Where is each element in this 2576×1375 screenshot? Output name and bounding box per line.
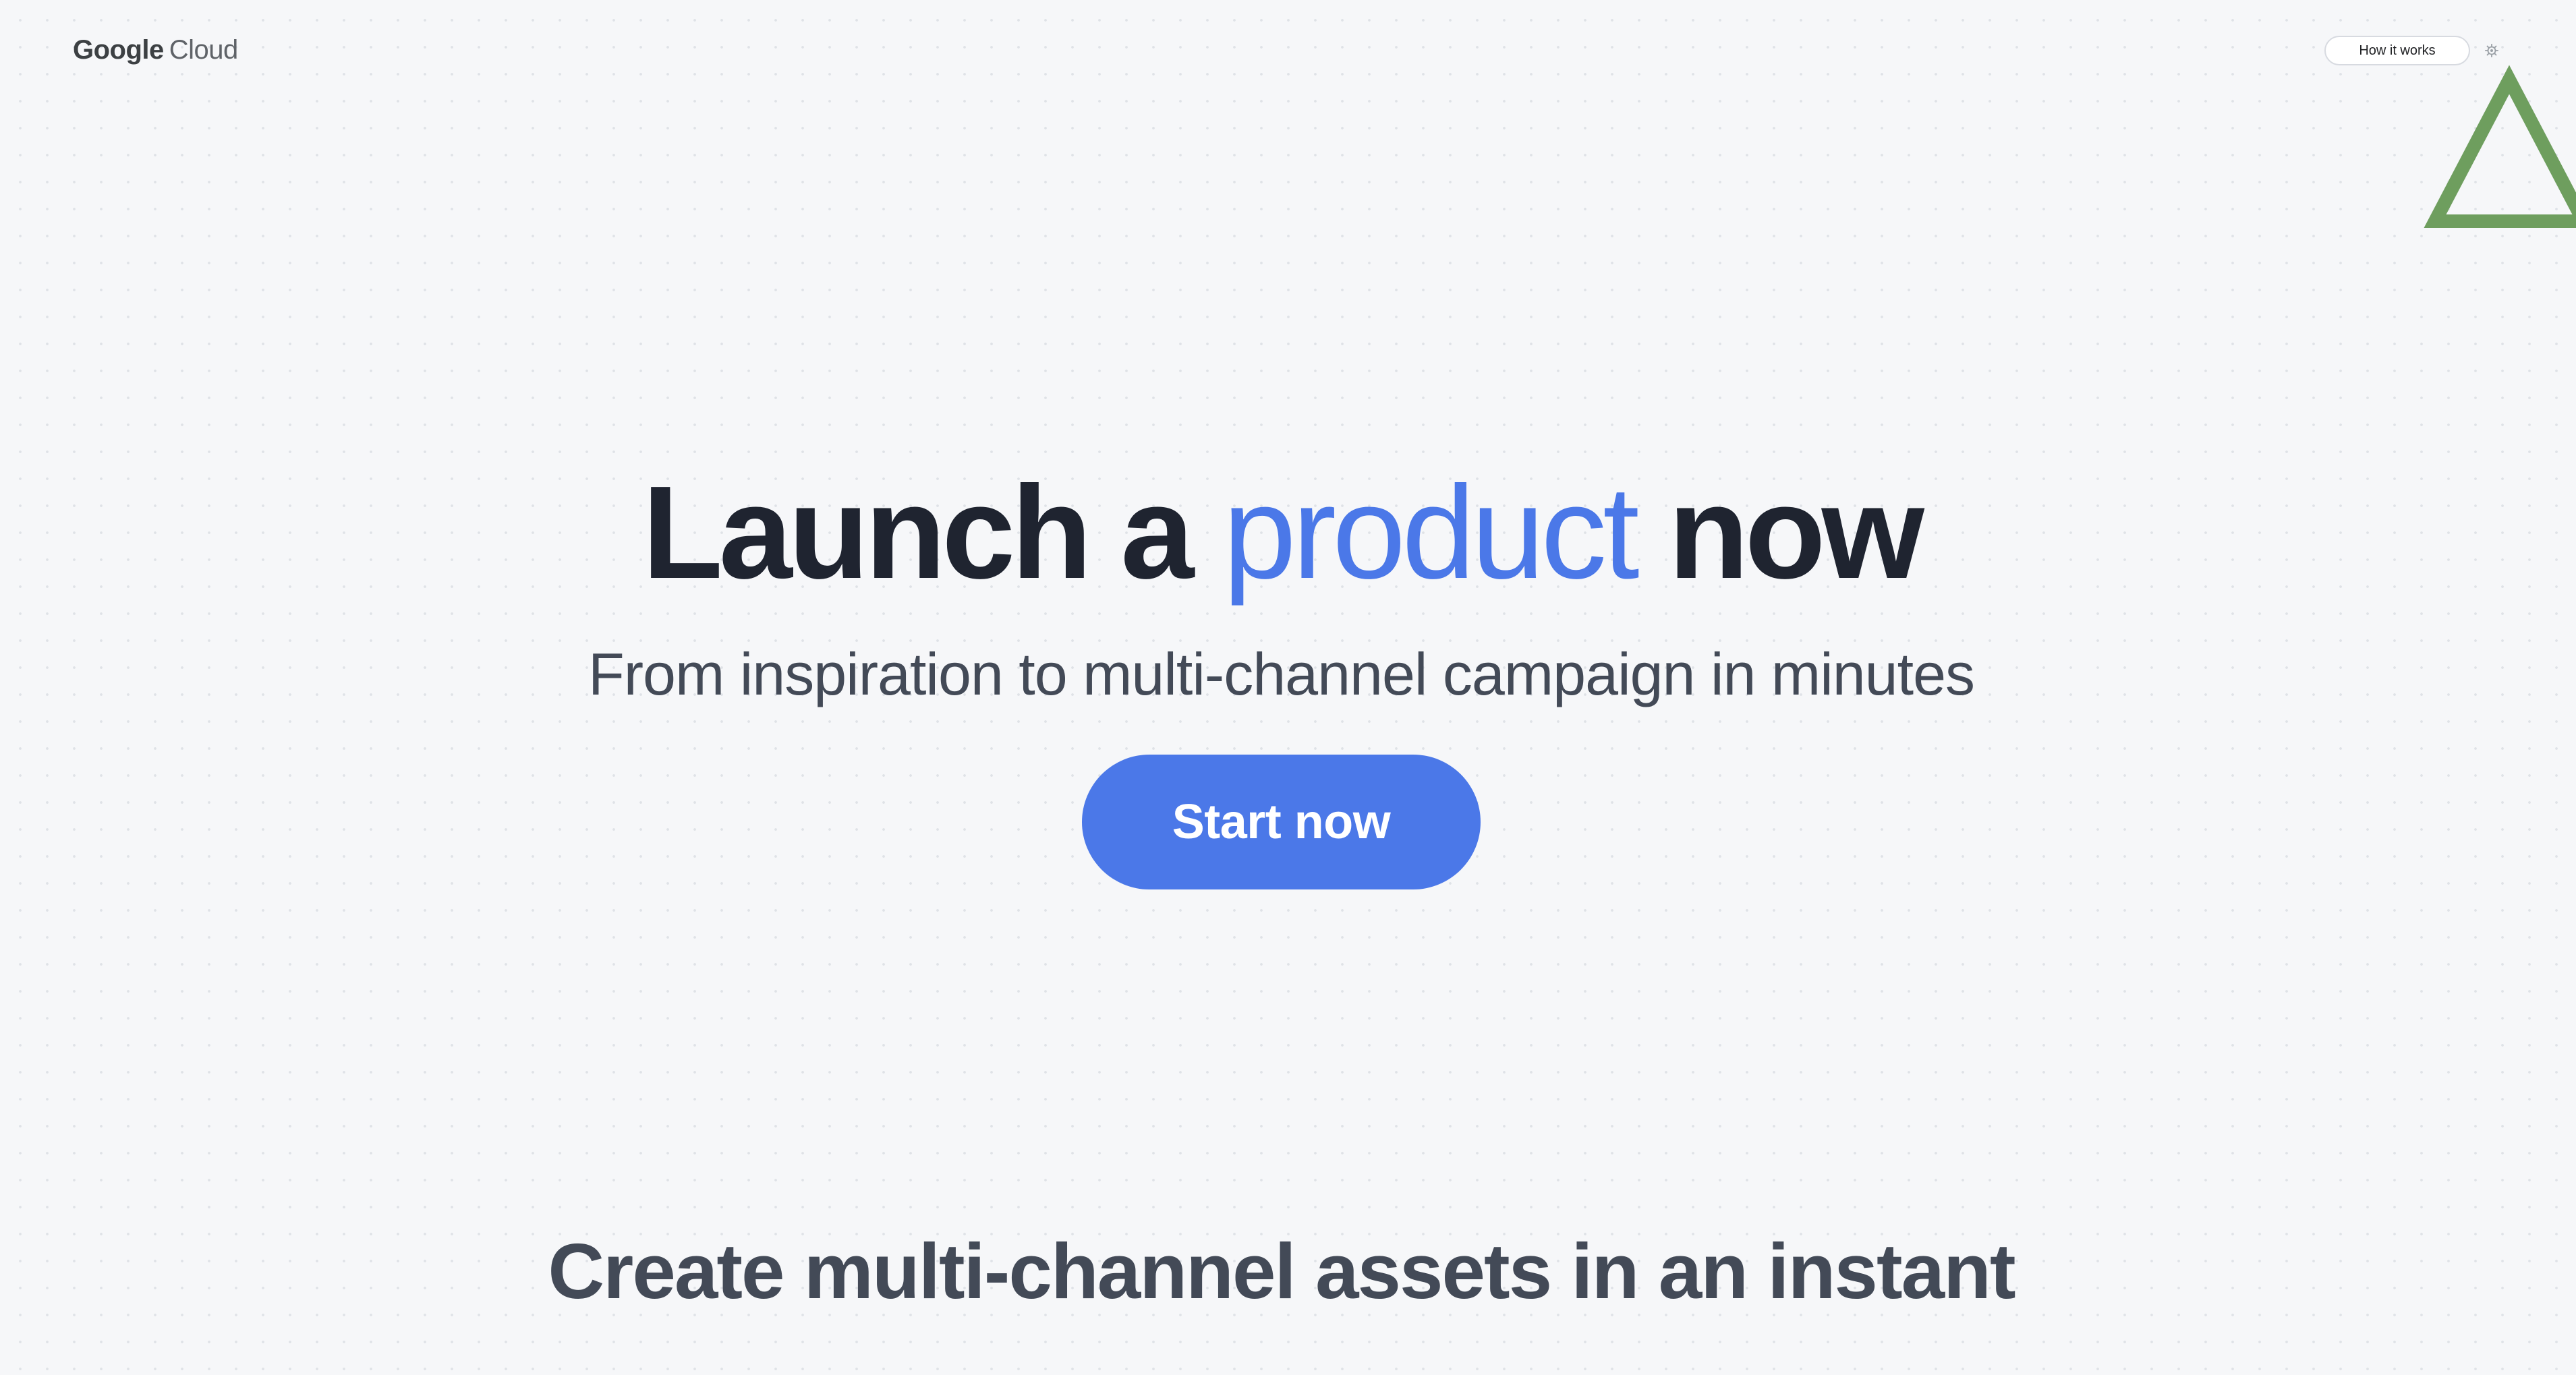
decorative-triangle — [2424, 65, 2576, 228]
landing-page: Google Cloud How it works Launch a produ… — [0, 0, 2576, 1375]
section-heading: Create multi-channel assets in an instan… — [548, 1227, 2015, 1315]
google-cloud-logo[interactable]: Google Cloud — [73, 32, 238, 67]
hero-title: Launch a product now — [0, 455, 2563, 610]
hero-title-accent: product — [1222, 459, 1640, 606]
hero-title-prefix: Launch a — [642, 459, 1223, 606]
settings-icon[interactable] — [2484, 43, 2499, 58]
start-now-button[interactable]: Start now — [1082, 755, 1481, 889]
hero-title-suffix: now — [1635, 459, 1924, 606]
hero-subtitle: From inspiration to multi-channel campai… — [588, 641, 1975, 707]
logo-brand: Google — [73, 34, 164, 65]
logo-product: Cloud — [169, 34, 239, 65]
